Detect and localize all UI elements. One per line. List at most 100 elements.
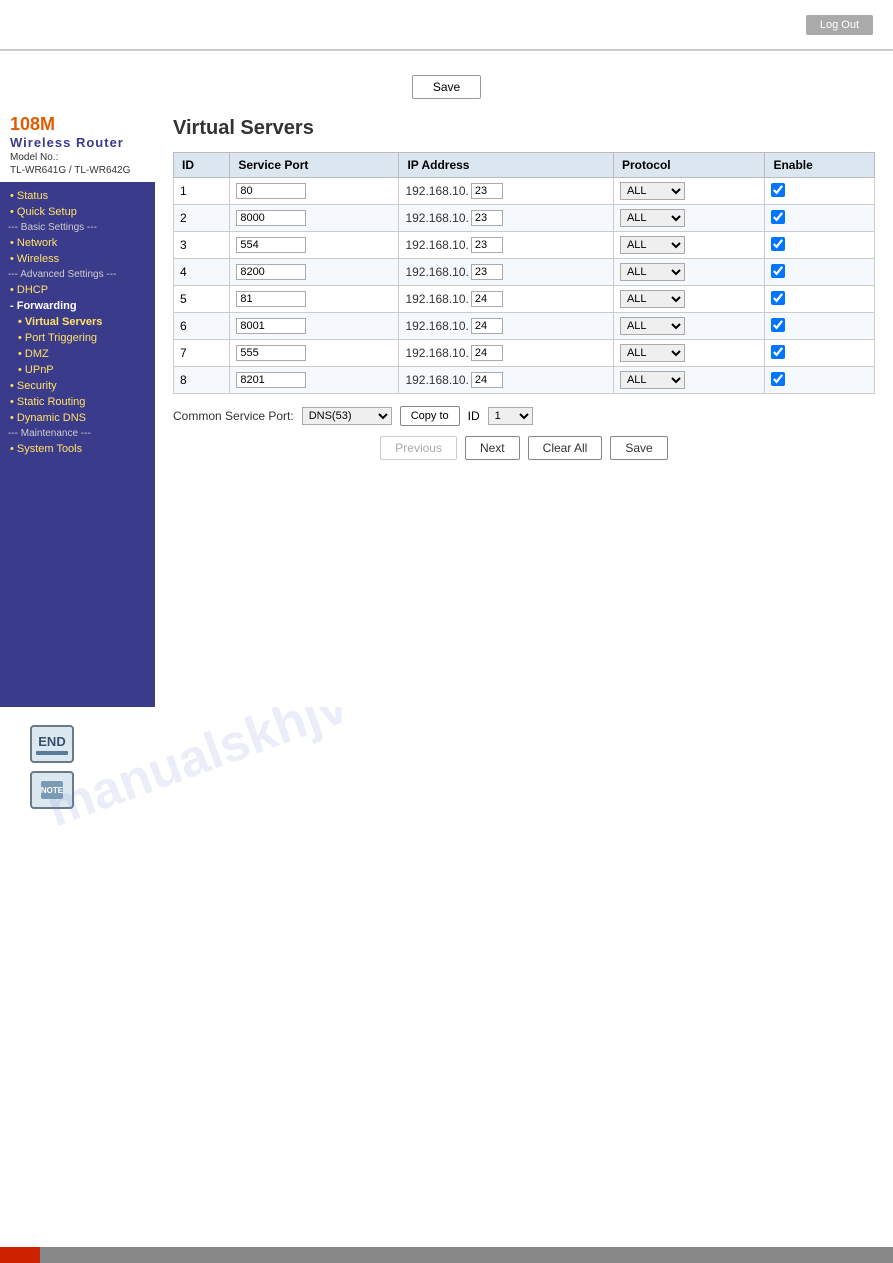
col-service-port: Service Port xyxy=(230,153,399,178)
row-service-port xyxy=(230,367,399,394)
protocol-select[interactable]: ALLTCPUDP xyxy=(620,317,685,335)
sidebar-item-dmz[interactable]: • DMZ xyxy=(0,346,155,362)
row-id: 5 xyxy=(174,286,230,313)
row-ip-address: 192.168.10. xyxy=(399,286,614,313)
sidebar-item-dynamic-dns[interactable]: • Dynamic DNS xyxy=(0,410,155,426)
row-enable xyxy=(765,259,875,286)
enable-checkbox[interactable] xyxy=(771,345,785,359)
col-ip-address: IP Address xyxy=(399,153,614,178)
sidebar-item-network[interactable]: • Network xyxy=(0,235,155,251)
enable-checkbox[interactable] xyxy=(771,318,785,332)
protocol-select[interactable]: ALLTCPUDP xyxy=(620,182,685,200)
row-id: 7 xyxy=(174,340,230,367)
top-bar: Log Out xyxy=(0,0,893,50)
service-port-input[interactable] xyxy=(236,291,306,307)
row-id: 3 xyxy=(174,232,230,259)
protocol-select[interactable]: ALLTCPUDP xyxy=(620,236,685,254)
sidebar-item-virtual-servers[interactable]: • Virtual Servers xyxy=(0,314,155,330)
row-id: 8 xyxy=(174,367,230,394)
sidebar-item-status[interactable]: • Status xyxy=(0,188,155,204)
row-service-port xyxy=(230,205,399,232)
row-protocol: ALLTCPUDP xyxy=(613,232,765,259)
ip-suffix-input[interactable] xyxy=(471,237,503,253)
note-icon: NOTE xyxy=(30,771,74,809)
sidebar-section-basic: --- Basic Settings --- xyxy=(0,220,155,235)
row-ip-address: 192.168.10. xyxy=(399,232,614,259)
sidebar-item-system-tools[interactable]: • System Tools xyxy=(0,441,155,457)
clear-all-button[interactable]: Clear All xyxy=(528,436,603,460)
sidebar-nav: • Status • Quick Setup --- Basic Setting… xyxy=(0,182,155,463)
copy-to-button[interactable]: Copy to xyxy=(400,406,460,426)
protocol-select[interactable]: ALLTCPUDP xyxy=(620,290,685,308)
watermark-area: manualskhjv END NOTE xyxy=(0,707,893,907)
virtual-servers-table: ID Service Port IP Address Protocol Enab… xyxy=(173,152,875,394)
row-enable xyxy=(765,313,875,340)
next-button[interactable]: Next xyxy=(465,436,520,460)
ip-suffix-input[interactable] xyxy=(471,291,503,307)
protocol-select[interactable]: ALLTCPUDP xyxy=(620,209,685,227)
row-ip-address: 192.168.10. xyxy=(399,178,614,205)
enable-checkbox[interactable] xyxy=(771,237,785,251)
protocol-select[interactable]: ALLTCPUDP xyxy=(620,371,685,389)
page-divider xyxy=(0,50,893,51)
row-enable xyxy=(765,178,875,205)
service-port-input[interactable] xyxy=(236,372,306,388)
row-id: 2 xyxy=(174,205,230,232)
row-ip-address: 192.168.10. xyxy=(399,259,614,286)
save-button[interactable]: Save xyxy=(610,436,667,460)
sidebar-section-maintenance: --- Maintenance --- xyxy=(0,426,155,441)
sidebar-item-static-routing[interactable]: • Static Routing xyxy=(0,394,155,410)
row-service-port xyxy=(230,232,399,259)
ip-suffix-input[interactable] xyxy=(471,183,503,199)
sidebar-item-dhcp[interactable]: • DHCP xyxy=(0,282,155,298)
table-row: 6192.168.10.ALLTCPUDP xyxy=(174,313,875,340)
id-select[interactable]: 1234 5678 xyxy=(488,407,533,425)
sidebar-item-forwarding[interactable]: - Forwarding xyxy=(0,298,155,314)
ip-prefix: 192.168.10. xyxy=(405,373,468,387)
sidebar-item-quicksetup[interactable]: • Quick Setup xyxy=(0,204,155,220)
ip-suffix-input[interactable] xyxy=(471,210,503,226)
table-row: 2192.168.10.ALLTCPUDP xyxy=(174,205,875,232)
protocol-select[interactable]: ALLTCPUDP xyxy=(620,344,685,362)
ip-prefix: 192.168.10. xyxy=(405,346,468,360)
sidebar-item-security[interactable]: • Security xyxy=(0,378,155,394)
sidebar-item-upnp[interactable]: • UPnP xyxy=(0,362,155,378)
bottom-controls: Common Service Port: DNS(53) HTTP(80) FT… xyxy=(173,406,875,426)
service-port-input[interactable] xyxy=(236,345,306,361)
row-service-port xyxy=(230,286,399,313)
service-port-input[interactable] xyxy=(236,264,306,280)
col-enable: Enable xyxy=(765,153,875,178)
ip-suffix-input[interactable] xyxy=(471,264,503,280)
enable-checkbox[interactable] xyxy=(771,264,785,278)
model-value: TL-WR641G / TL-WR642G xyxy=(10,165,145,176)
enable-checkbox[interactable] xyxy=(771,372,785,386)
id-label: ID xyxy=(468,409,480,423)
row-protocol: ALLTCPUDP xyxy=(613,313,765,340)
page-title: Virtual Servers xyxy=(173,117,875,140)
note-icon-box: NOTE xyxy=(30,771,893,809)
enable-checkbox[interactable] xyxy=(771,291,785,305)
row-enable xyxy=(765,367,875,394)
sidebar-item-port-triggering[interactable]: • Port Triggering xyxy=(0,330,155,346)
table-row: 5 192.168.10. ALLTCPUDP xyxy=(174,286,875,313)
ip-suffix-input[interactable] xyxy=(471,372,503,388)
csp-label: Common Service Port: xyxy=(173,409,294,423)
enable-checkbox[interactable] xyxy=(771,183,785,197)
row-id: 6 xyxy=(174,313,230,340)
service-port-input[interactable] xyxy=(236,183,306,199)
row-enable xyxy=(765,340,875,367)
protocol-select[interactable]: ALLTCPUDP xyxy=(620,263,685,281)
bottom-bar xyxy=(0,1247,893,1263)
ip-suffix-input[interactable] xyxy=(471,345,503,361)
enable-checkbox[interactable] xyxy=(771,210,785,224)
ip-suffix-input[interactable] xyxy=(471,318,503,334)
service-port-input[interactable] xyxy=(236,318,306,334)
previous-button[interactable]: Previous xyxy=(380,436,457,460)
service-port-input[interactable] xyxy=(236,210,306,226)
logout-button[interactable]: Log Out xyxy=(806,15,873,35)
top-save-button[interactable]: Save xyxy=(412,75,481,99)
common-service-port-select[interactable]: DNS(53) HTTP(80) FTP(21) HTTPS(443) SMTP… xyxy=(302,407,392,425)
row-protocol: ALLTCPUDP xyxy=(613,340,765,367)
sidebar-item-wireless[interactable]: • Wireless xyxy=(0,251,155,267)
service-port-input[interactable] xyxy=(236,237,306,253)
